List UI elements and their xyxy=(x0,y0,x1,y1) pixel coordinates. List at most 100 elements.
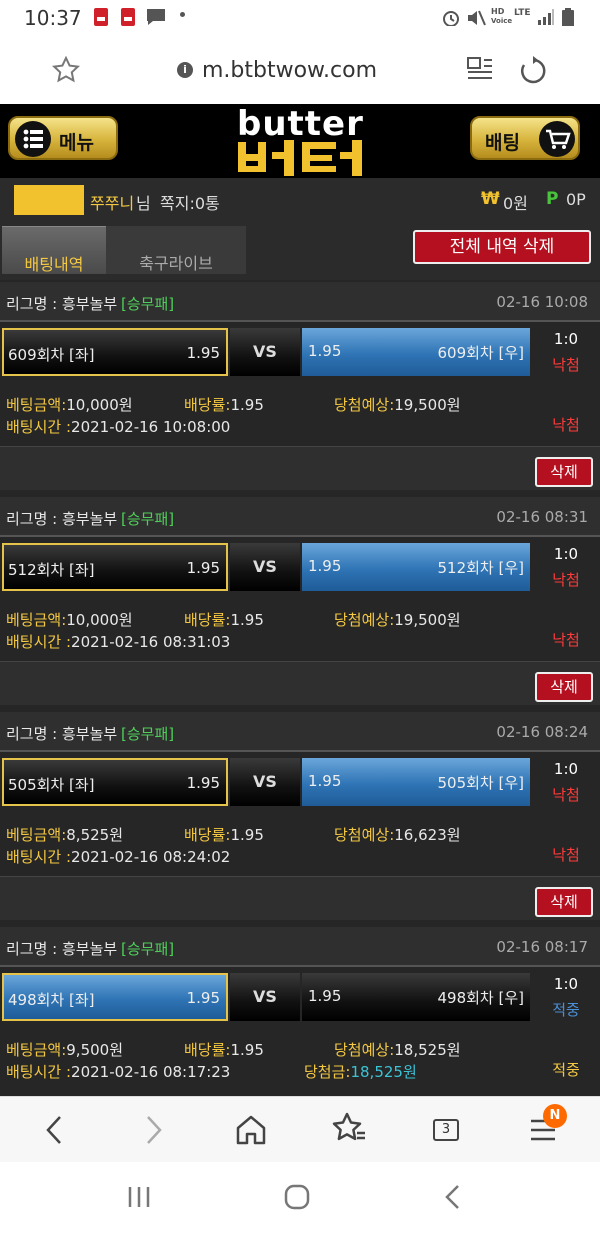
reload-icon[interactable] xyxy=(518,56,548,86)
pdf-notification-icon xyxy=(94,8,108,26)
bookmarks-icon[interactable] xyxy=(331,1111,367,1147)
tabs-count-button[interactable]: 3 xyxy=(433,1119,459,1141)
final-result: 낙첨 xyxy=(552,846,580,864)
messages-link[interactable]: 쪽지:0통 xyxy=(160,190,220,214)
vs-label: VS xyxy=(230,758,300,806)
delete-bet-button[interactable]: 삭제 xyxy=(535,672,593,702)
bet-card-footer: 삭제 xyxy=(0,661,600,705)
url-text[interactable]: m.btbtwow.com xyxy=(202,58,377,83)
signal-icon xyxy=(538,9,554,25)
hd-voice-icon: HD Voice xyxy=(491,7,513,25)
right-team-odds: 1.95 xyxy=(308,557,342,575)
league-name: 흥부놀부 xyxy=(62,510,118,528)
match-score: 1:0 xyxy=(553,330,579,348)
left-team-name: 498회차 [좌] xyxy=(8,991,95,1009)
vs-label: VS xyxy=(230,328,300,376)
user-level-badge xyxy=(14,185,84,215)
right-team-odds: 1.95 xyxy=(308,342,342,360)
bet-history-list: 리그명 : 흥부놀부 [승무패] 02-16 10:08 609회차 [좌] 1… xyxy=(0,280,600,1096)
left-team-option[interactable]: 609회차 [좌] 1.95 xyxy=(2,328,228,376)
menu-icon xyxy=(15,121,51,157)
bet-date: 02-16 10:08 xyxy=(496,293,588,311)
delete-bet-button[interactable]: 삭제 xyxy=(535,887,593,917)
bet-card-header: 리그명 : 흥부놀부 [승무패] 02-16 10:08 xyxy=(0,282,600,322)
expected-win: 당첨예상:19,500원 xyxy=(334,611,461,629)
bet-time: 배팅시간 :2021-02-16 10:08:00 xyxy=(6,418,231,436)
league-name: 흥부놀부 xyxy=(62,940,118,958)
site-info-icon[interactable]: i xyxy=(177,62,193,78)
home-button-icon[interactable] xyxy=(282,1182,312,1212)
match-result: 적중 xyxy=(552,1001,580,1019)
bet-card-footer: 삭제 xyxy=(0,446,600,490)
bet-type: [승무패] xyxy=(121,510,175,528)
right-team-option[interactable]: 1.95 505회차 [우] xyxy=(302,758,530,806)
system-navigation-bar xyxy=(0,1162,600,1233)
cart-icon xyxy=(539,121,575,157)
bet-type: [승무패] xyxy=(121,940,175,958)
delete-all-history-button[interactable]: 전체 내역 삭제 xyxy=(413,230,591,264)
page: { "status_bar": { "time": "10:37", "netw… xyxy=(0,0,600,1233)
league-label: 리그명 : xyxy=(6,295,58,313)
user-points: 0P xyxy=(566,190,586,209)
reader-mode-icon[interactable] xyxy=(466,56,494,84)
left-team-odds: 1.95 xyxy=(186,344,220,362)
tab-soccer-live[interactable]: 축구라이브 xyxy=(106,226,246,274)
notification-badge: N xyxy=(543,1104,567,1128)
bet-card: 리그명 : 흥부놀부 [승무패] 02-16 08:24 505회차 [좌] 1… xyxy=(0,710,600,925)
league-name: 흥부놀부 xyxy=(62,725,118,743)
user-nickname: 쭈쭈니 xyxy=(90,194,135,213)
bet-card-header: 리그명 : 흥부놀부 [승무패] 02-16 08:17 xyxy=(0,927,600,967)
expected-win: 당첨예상:19,500원 xyxy=(334,396,461,414)
final-result: 적중 xyxy=(552,1061,580,1079)
bet-amount: 베팅금액:10,000원 xyxy=(6,611,133,629)
delete-bet-button[interactable]: 삭제 xyxy=(535,457,593,487)
final-result: 낙첨 xyxy=(552,631,580,649)
money-icon: ₩ xyxy=(481,189,500,209)
vs-label: VS xyxy=(230,973,300,1021)
back-icon[interactable] xyxy=(40,1113,70,1147)
bet-type: [승무패] xyxy=(121,725,175,743)
right-team-option[interactable]: 1.95 498회차 [우] xyxy=(302,973,530,1021)
match-score: 1:0 xyxy=(553,975,579,993)
bet-card: 리그명 : 흥부놀부 [승무패] 02-16 10:08 609회차 [좌] 1… xyxy=(0,280,600,495)
match-score: 1:0 xyxy=(553,760,579,778)
bet-card: 리그명 : 흥부놀부 [승무패] 02-16 08:17 498회차 [좌] 1… xyxy=(0,925,600,1096)
recent-apps-icon[interactable] xyxy=(126,1184,154,1210)
left-team-option[interactable]: 498회차 [좌] 1.95 xyxy=(2,973,228,1021)
menu-button[interactable]: 메뉴 xyxy=(8,116,118,160)
right-team-option[interactable]: 1.95 609회차 [우] xyxy=(302,328,530,376)
bet-time: 배팅시간 :2021-02-16 08:31:03 xyxy=(6,633,231,651)
forward-icon[interactable] xyxy=(138,1113,168,1147)
left-team-option[interactable]: 512회차 [좌] 1.95 xyxy=(2,543,228,591)
bookmark-star-icon[interactable] xyxy=(52,56,80,84)
match-result: 낙첨 xyxy=(552,571,580,589)
expected-win: 당첨예상:16,623원 xyxy=(334,826,461,844)
lte-icon: LTE xyxy=(514,8,531,18)
home-icon[interactable] xyxy=(234,1113,268,1147)
bet-time: 배팅시간 :2021-02-16 08:24:02 xyxy=(6,848,231,866)
league-label: 리그명 : xyxy=(6,940,58,958)
match-result: 낙첨 xyxy=(552,786,580,804)
right-team-option[interactable]: 1.95 512회차 [우] xyxy=(302,543,530,591)
bet-date: 02-16 08:31 xyxy=(496,508,588,526)
pdf-notification-icon-2 xyxy=(121,8,135,26)
right-team-name: 512회차 [우] xyxy=(437,559,524,577)
bet-time: 배팅시간 :2021-02-16 08:17:23 xyxy=(6,1063,231,1081)
expected-win: 당첨예상:18,525원 xyxy=(334,1041,461,1059)
site-logo-korean[interactable] xyxy=(236,138,366,176)
tab-betting-history[interactable]: 배팅내역 xyxy=(2,226,106,274)
right-team-odds: 1.95 xyxy=(308,987,342,1005)
left-team-option[interactable]: 505회차 [좌] 1.95 xyxy=(2,758,228,806)
message-icon xyxy=(147,9,165,25)
user-nickname-suffix: 님 xyxy=(136,194,151,213)
bet-date: 02-16 08:17 xyxy=(496,938,588,956)
right-team-name: 498회차 [우] xyxy=(437,989,524,1007)
win-amount: 당첨금:18,525원 xyxy=(304,1063,417,1081)
system-back-icon[interactable] xyxy=(440,1182,466,1212)
league-label: 리그명 : xyxy=(6,725,58,743)
right-team-name: 609회차 [우] xyxy=(437,344,524,362)
right-team-name: 505회차 [우] xyxy=(437,774,524,792)
left-team-name: 609회차 [좌] xyxy=(8,346,95,364)
bet-type: [승무패] xyxy=(121,295,175,313)
betting-cart-button[interactable]: 배팅 xyxy=(470,116,580,160)
